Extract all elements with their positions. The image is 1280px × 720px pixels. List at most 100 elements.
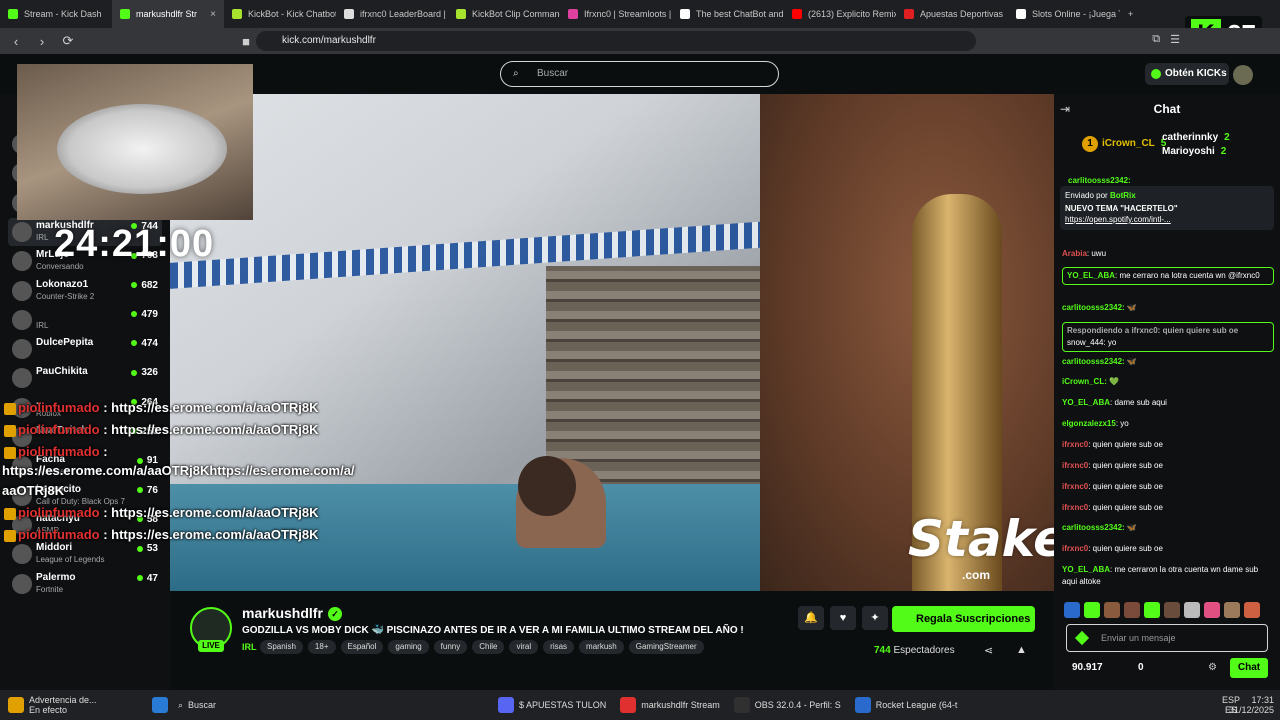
emote-icon[interactable] [1164, 602, 1180, 618]
streamer-name[interactable]: markushdlfr [242, 605, 323, 621]
clock[interactable]: 17:31 31/12/2025 [1229, 695, 1274, 715]
stream-tag[interactable]: viral [509, 640, 539, 654]
pinned-link[interactable]: https://open.spotify.com/intl-... [1065, 215, 1269, 224]
sidebar-channel[interactable]: Middori League of Legends 53 [8, 540, 162, 568]
taskbar-app[interactable]: $ APUESTAS TULON [498, 697, 606, 713]
chat-username[interactable]: elgonzalezx15 [1062, 419, 1116, 428]
browser-tab[interactable]: ifrxnc0 LeaderBoard | [336, 0, 448, 28]
taskbar-app[interactable]: OBS 32.0.4 - Perfil: S [733, 697, 841, 713]
emote-icon[interactable] [1064, 602, 1080, 618]
stream-tag[interactable]: Español [340, 640, 384, 654]
stream-tag[interactable]: Spanish [260, 640, 303, 654]
leaderboard-count: 2 [1220, 146, 1227, 157]
browser-tab[interactable]: Slots Online - ¡Juega T [1008, 0, 1120, 28]
taskbar-search[interactable]: ⌕ Buscar [178, 700, 288, 711]
url-field[interactable]: kick.com/markushdlfr [256, 31, 976, 51]
browser-tab[interactable]: The best ChatBot and [672, 0, 784, 28]
chat-message: carlitoosss2342: 🦋 [1062, 522, 1274, 534]
forward-icon[interactable]: › [32, 34, 52, 49]
gift-subs-button[interactable]: Regala Suscripciones [892, 606, 1035, 632]
chat-input[interactable]: Enviar un mensaje [1066, 624, 1268, 652]
emote-icon[interactable] [1104, 602, 1120, 618]
back-icon[interactable]: ‹ [6, 34, 26, 49]
leaderboard-entry[interactable]: Marioyoshi 2 [1162, 146, 1226, 157]
emote-icon[interactable] [1204, 602, 1220, 618]
browser-tab[interactable]: Ifrxnc0 | Streamloots | [560, 0, 672, 28]
sidebar-channel[interactable]: PauChikita 326 [8, 364, 162, 392]
stream-info-bar: LIVE markushdlfr ✓ GODZILLA VS MOBY DICK… [170, 591, 1054, 690]
stream-category[interactable]: IRL [242, 642, 257, 652]
pinned-message[interactable]: carlitoosss2342: Enviado por BotRix NUEV… [1060, 176, 1274, 230]
extensions-icon[interactable]: ⧉ [1152, 33, 1160, 46]
bookmark-icon[interactable]: ■ [236, 34, 256, 49]
browser-toolbar: ⧉ ☰ [1152, 33, 1180, 46]
emote-icon[interactable] [1084, 602, 1100, 618]
chat-username[interactable]: carlitoosss2342: [1062, 303, 1125, 312]
taskbar-warning[interactable]: Advertencia de... En efecto [8, 695, 148, 715]
chat-send-button[interactable]: Chat [1230, 658, 1268, 678]
get-kicks-button[interactable]: Obtén KICKs [1145, 63, 1229, 85]
chat-username[interactable]: iCrown_CL: [1062, 377, 1107, 386]
chat-username[interactable]: ifrxnc0 [1062, 440, 1088, 449]
channel-points[interactable]: 90.917 [1072, 662, 1103, 673]
browser-tab[interactable]: KickBot - Kick Chatbot [224, 0, 336, 28]
heart-icon[interactable]: ♥ [830, 606, 856, 630]
stream-tag[interactable]: Chile [472, 640, 505, 654]
chat-message: Respondiendo a ifrxnc0: quien quiere sub… [1062, 322, 1274, 352]
search-input[interactable]: ⌕ Buscar [500, 61, 779, 87]
browser-tab[interactable]: Apuestas Deportivas [896, 0, 1008, 28]
sidebar-channel[interactable]: DulcePepita 474 [8, 335, 162, 363]
stream-tag[interactable]: gaming [388, 640, 429, 654]
sidebar-channel[interactable]: IRL 479 [8, 306, 162, 334]
browser-tab[interactable]: KickBot Clip Command [448, 0, 560, 28]
chat-username[interactable]: ifrxnc0 [1062, 482, 1088, 491]
reload-icon[interactable]: ⟳ [58, 33, 78, 49]
tab-favicon-icon [344, 9, 354, 19]
report-icon[interactable]: ▲ [1016, 644, 1027, 656]
chat-username[interactable]: YO_EL_ABA [1062, 565, 1110, 574]
chat-username[interactable]: YO_EL_ABA [1062, 398, 1110, 407]
chat-username[interactable]: carlitoosss2342: [1062, 523, 1125, 532]
stream-tag[interactable]: risas [543, 640, 575, 654]
leaderboard-entry[interactable]: catherinnky 2 [1162, 132, 1230, 143]
chat-username[interactable]: Respondiendo a ifrxnc0: quien quiere sub… [1067, 326, 1238, 335]
browser-tab[interactable]: markushdlfr Str × [112, 0, 224, 28]
chat-username[interactable]: ifrxnc0 [1062, 461, 1088, 470]
chat-username[interactable]: YO_EL_ABA [1067, 271, 1115, 280]
gift-count[interactable]: 0 [1138, 662, 1144, 673]
taskbar-app[interactable]: markushdlfr Stream [620, 697, 720, 713]
sidebar-channel[interactable]: Palermo Fortnite 47 [8, 570, 162, 598]
user-avatar[interactable] [1233, 65, 1253, 85]
stream-tag[interactable]: markush [579, 640, 624, 654]
stream-tag[interactable]: GamingStreamer [628, 640, 704, 654]
tab-close-icon[interactable]: × [210, 9, 216, 20]
sparkle-icon[interactable]: ✦ [862, 606, 888, 630]
browser-tab[interactable]: (2613) Explicito Remix [784, 0, 896, 28]
badge-icon [4, 507, 16, 520]
share-icon[interactable]: ⋖ [984, 644, 993, 657]
chat-username[interactable]: ifrxnc0 [1062, 544, 1088, 553]
emote-icon[interactable] [1184, 602, 1200, 618]
new-tab-button[interactable]: + [1120, 0, 1144, 28]
chat-username[interactable]: carlitoosss2342: [1062, 357, 1125, 366]
overlay-text: aaOTRj8K [2, 483, 65, 498]
emote-icon[interactable] [1124, 602, 1140, 618]
emote-icon[interactable] [1144, 602, 1160, 618]
chat-username[interactable]: ifrxnc0 [1062, 503, 1088, 512]
emote-icon[interactable] [1244, 602, 1260, 618]
bell-icon[interactable]: 🔔 [798, 606, 824, 630]
taskbar-app[interactable]: Rocket League (64-t [854, 697, 957, 713]
menu-icon[interactable]: ☰ [1170, 33, 1180, 46]
browser-tab[interactable]: Stream - Kick Dash [0, 0, 112, 28]
windows-start-icon[interactable] [152, 697, 168, 713]
leaderboard-entry[interactable]: 1 iCrown_CL 5 [1082, 136, 1166, 152]
stream-tag[interactable]: 18+ [307, 640, 336, 654]
sidebar-channel[interactable]: Lokonazo1 Counter-Strike 2 682 [8, 277, 162, 305]
tab-label: Ifrxnc0 | Streamloots | [584, 9, 672, 19]
emote-icon[interactable] [1224, 602, 1240, 618]
leaderboard-name: Marioyoshi [1162, 146, 1215, 157]
badge-icon [4, 424, 16, 437]
settings-icon[interactable]: ⚙ [1208, 662, 1217, 673]
chat-username[interactable]: Arabia [1062, 249, 1087, 258]
stream-tag[interactable]: funny [433, 640, 468, 654]
